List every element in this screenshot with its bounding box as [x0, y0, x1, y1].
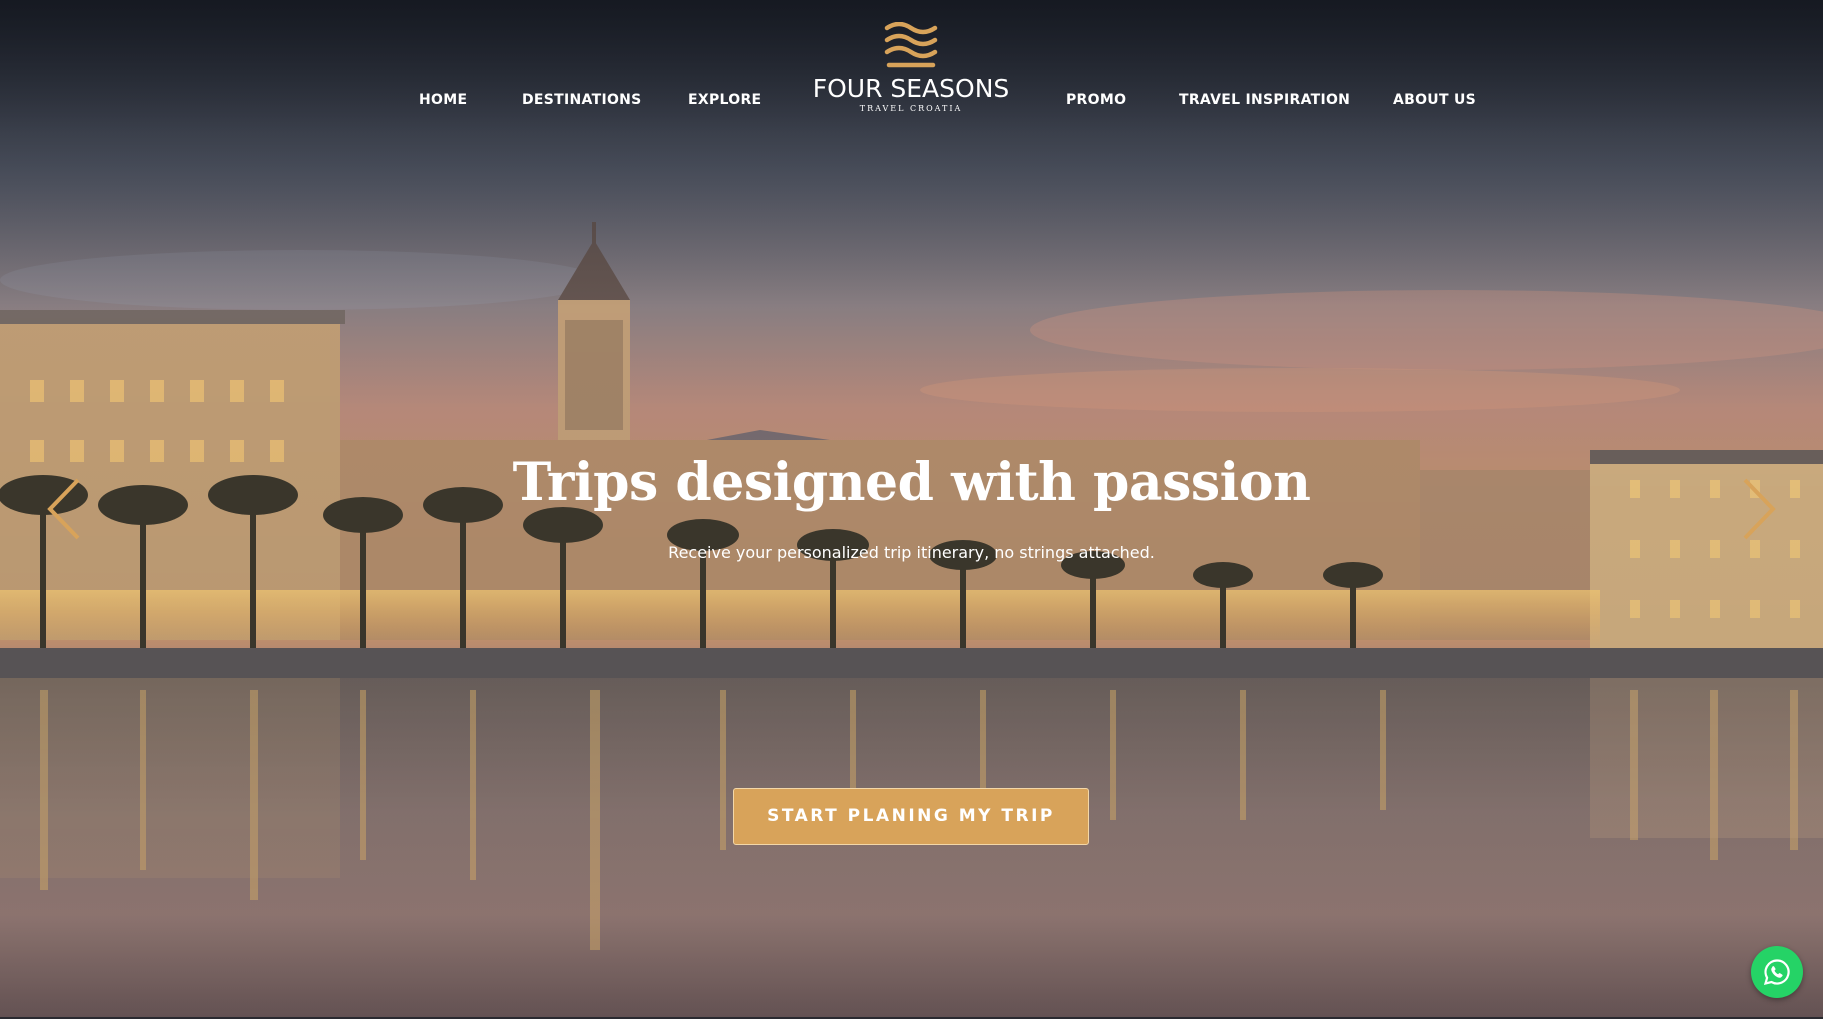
chevron-right-icon [1743, 478, 1776, 540]
nav-item-home[interactable]: HOME [419, 92, 467, 108]
whatsapp-icon [1763, 959, 1790, 986]
hero-slider: HOME DESTINATIONS EXPLORE PROMO TRAVEL I… [0, 0, 1823, 1017]
slider-next-button[interactable] [1739, 476, 1779, 542]
brand-name: FOUR SEASONS [812, 74, 1010, 103]
nav-item-explore[interactable]: EXPLORE [688, 92, 761, 108]
hero-headline: Trips designed with passion [512, 452, 1311, 513]
chevron-left-icon [47, 478, 80, 540]
waves-logo-icon [884, 22, 938, 68]
brand-logo[interactable]: FOUR SEASONS TRAVEL CROATIA [806, 22, 1016, 132]
main-navigation: HOME DESTINATIONS EXPLORE PROMO TRAVEL I… [0, 0, 1823, 140]
nav-item-about-us[interactable]: ABOUT US [1393, 92, 1476, 108]
nav-item-travel-inspiration[interactable]: TRAVEL INSPIRATION [1179, 92, 1350, 108]
whatsapp-chat-button[interactable] [1751, 946, 1803, 998]
brand-tagline: TRAVEL CROATIA [859, 104, 963, 113]
nav-item-promo[interactable]: PROMO [1066, 92, 1126, 108]
start-planning-button[interactable]: START PLANING MY TRIP [733, 788, 1089, 845]
slider-prev-button[interactable] [44, 476, 84, 542]
hero-subtext: Receive your personalized trip itinerary… [668, 543, 1155, 562]
nav-item-destinations[interactable]: DESTINATIONS [522, 92, 642, 108]
